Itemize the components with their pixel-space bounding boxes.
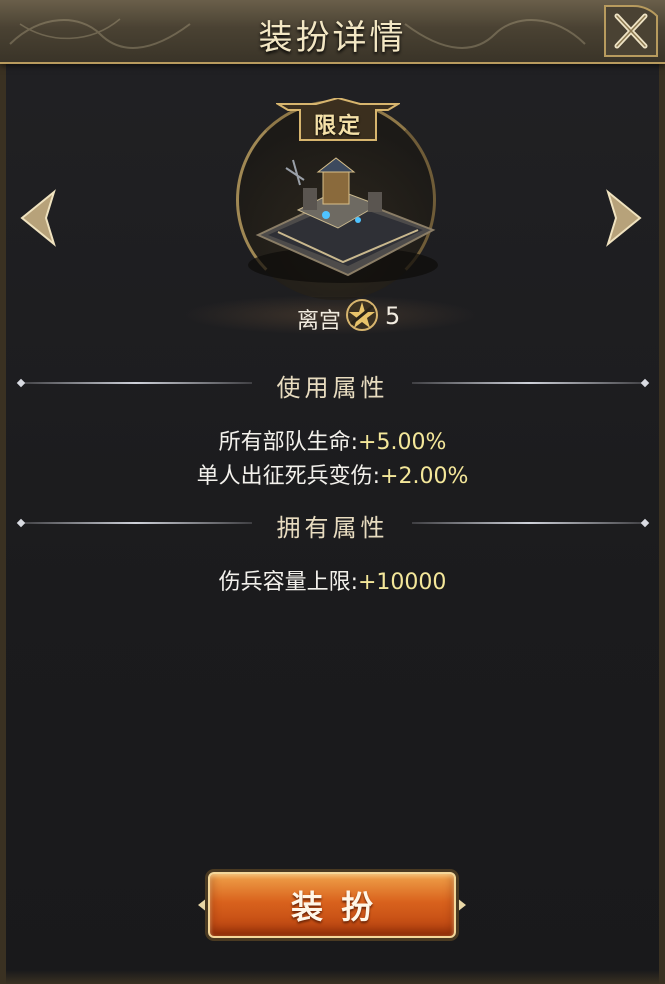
close-x-icon xyxy=(604,5,658,57)
attribute-label: 单人出征死兵变伤: xyxy=(196,464,381,489)
attribute-value: +2.00% xyxy=(380,464,469,489)
chevron-right-icon xyxy=(606,189,642,247)
chevron-left-icon xyxy=(20,189,56,247)
attribute-label: 伤兵容量上限: xyxy=(218,570,358,595)
close-button[interactable] xyxy=(603,4,659,58)
star-level: 5 xyxy=(385,302,401,330)
attribute-value: +5.00% xyxy=(358,430,447,455)
skin-name: 离宫 xyxy=(297,309,342,334)
attribute-row: 伤兵容量上限:+10000 xyxy=(0,564,665,596)
attribute-label: 所有部队生命: xyxy=(218,430,359,455)
attribute-row: 单人出征死兵变伤:+2.00% xyxy=(0,458,665,490)
palace-icon xyxy=(248,157,438,283)
star-badge-icon xyxy=(346,299,378,331)
equip-button-label: 装扮 xyxy=(290,888,391,926)
use-attributes-title: 使用属性 xyxy=(276,374,389,402)
next-skin-button[interactable] xyxy=(604,188,644,248)
page-title: 装扮详情 xyxy=(258,18,407,58)
own-attributes-title: 拥有属性 xyxy=(276,514,389,542)
prev-skin-button[interactable] xyxy=(18,188,58,248)
attribute-row: 所有部队生命:+5.00% xyxy=(0,424,665,456)
title-bar: 装扮详情 xyxy=(0,0,665,64)
limited-tag: 限定 xyxy=(313,113,362,139)
attribute-value: +10000 xyxy=(358,570,447,595)
equip-button[interactable]: 装扮 xyxy=(198,864,466,946)
